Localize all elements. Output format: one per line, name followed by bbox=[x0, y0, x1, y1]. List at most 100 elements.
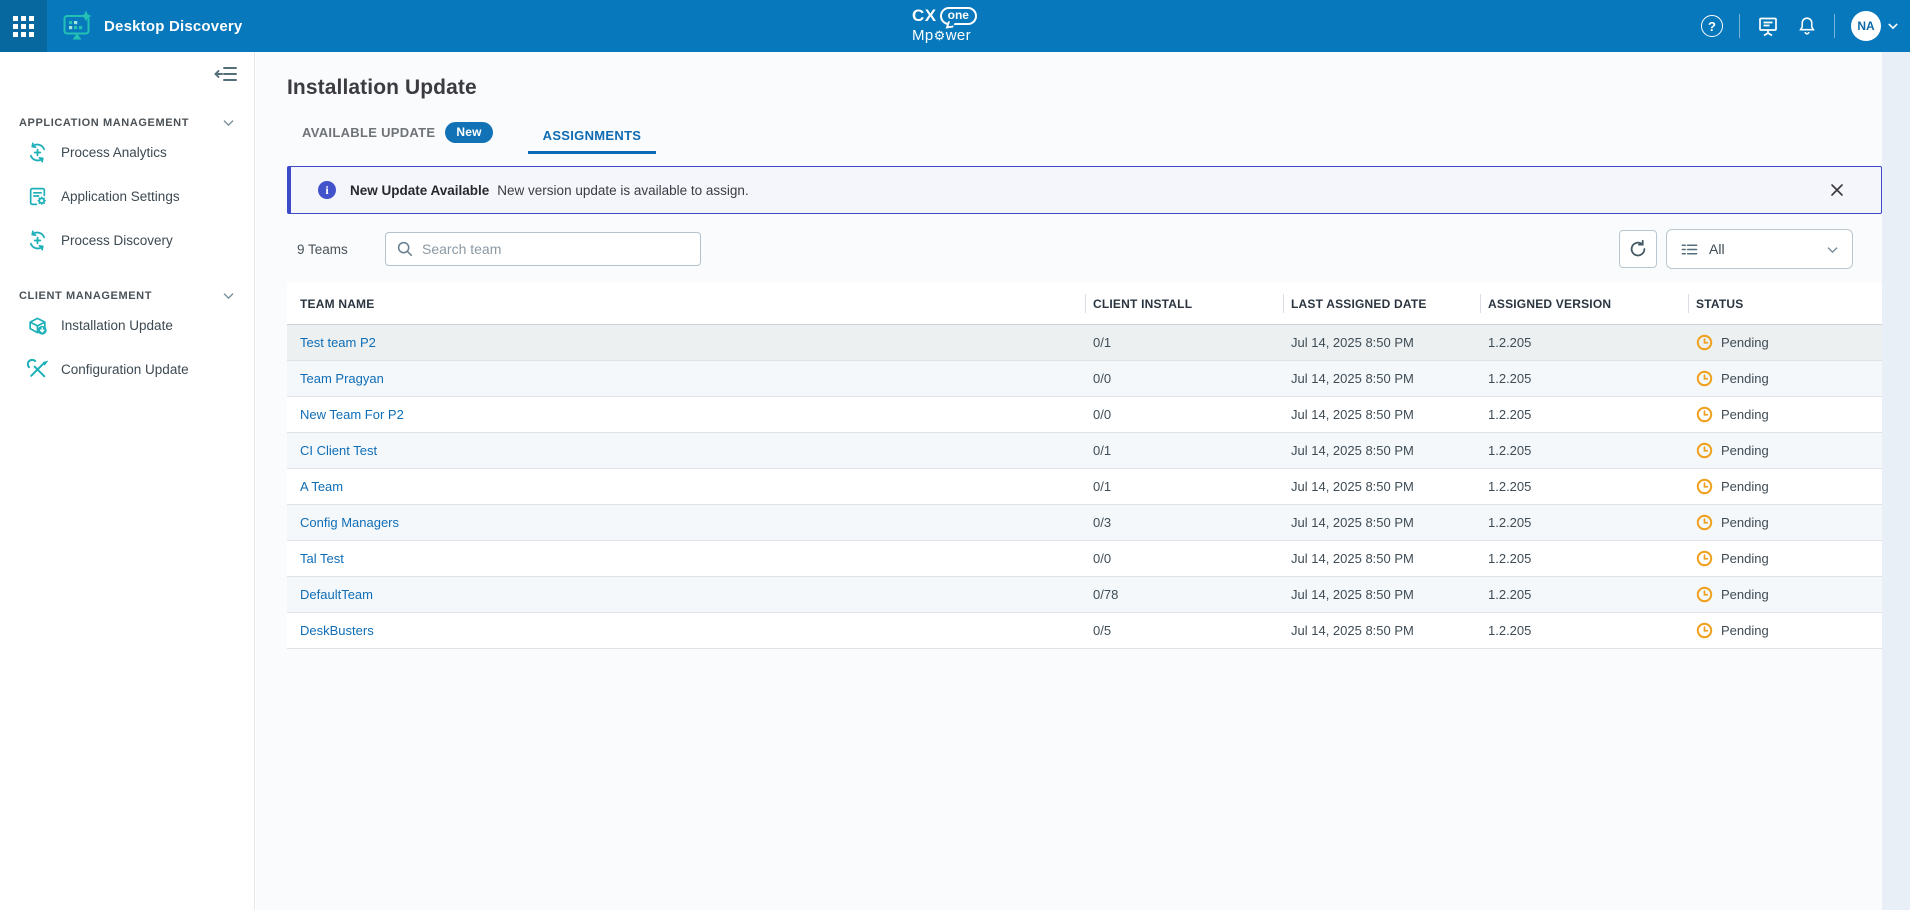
team-name-cell: Team Pragyan bbox=[287, 371, 1085, 386]
client-install-cell: 0/1 bbox=[1085, 443, 1283, 458]
sidebar-item-configuration-update[interactable]: Configuration Update bbox=[0, 347, 254, 391]
team-name-link[interactable]: DeskBusters bbox=[300, 623, 374, 638]
presentation-board-icon bbox=[1756, 14, 1780, 38]
client-install-cell: 0/5 bbox=[1085, 623, 1283, 638]
sidebar-item-label: Process Discovery bbox=[61, 233, 173, 248]
installation-update-icon bbox=[27, 315, 48, 336]
main-area: Installation Update AVAILABLE UPDATE New… bbox=[256, 52, 1910, 910]
tab-available-update[interactable]: AVAILABLE UPDATE New bbox=[287, 122, 508, 154]
team-name-link[interactable]: Team Pragyan bbox=[300, 371, 384, 386]
assigned-version-cell: 1.2.205 bbox=[1480, 407, 1688, 422]
team-name-link[interactable]: New Team For P2 bbox=[300, 407, 404, 422]
logo-one-bubble: one bbox=[940, 7, 977, 25]
collapse-sidebar-button[interactable] bbox=[214, 64, 238, 89]
section-client-management[interactable]: CLIENT MANAGEMENT bbox=[0, 288, 254, 303]
team-name-link[interactable]: DefaultTeam bbox=[300, 587, 373, 602]
team-name-cell: A Team bbox=[287, 479, 1085, 494]
team-name-link[interactable]: CI Client Test bbox=[300, 443, 377, 458]
status-cell: Pending bbox=[1688, 586, 1882, 603]
bell-icon bbox=[1796, 15, 1818, 37]
process-discovery-icon bbox=[27, 230, 48, 251]
refresh-button[interactable] bbox=[1619, 230, 1657, 268]
sidebar-item-installation-update[interactable]: Installation Update bbox=[0, 303, 254, 347]
user-menu-button[interactable]: NA bbox=[1851, 11, 1900, 41]
client-install-cell: 0/0 bbox=[1085, 407, 1283, 422]
help-icon: ? bbox=[1701, 15, 1723, 37]
assigned-version-cell: 1.2.205 bbox=[1480, 551, 1688, 566]
update-banner: i New Update Available New version updat… bbox=[287, 166, 1882, 214]
table-body: Test team P2 0/1 Jul 14, 2025 8:50 PM 1.… bbox=[287, 325, 1882, 649]
table-row: DeskBusters 0/5 Jul 14, 2025 8:50 PM 1.2… bbox=[287, 613, 1882, 649]
status-cell: Pending bbox=[1688, 622, 1882, 639]
pending-clock-icon bbox=[1696, 334, 1713, 351]
banner-message: New version update is available to assig… bbox=[497, 183, 748, 198]
desktop-discovery-logo-icon bbox=[61, 10, 93, 42]
search-input[interactable] bbox=[385, 232, 701, 266]
app-launcher-button[interactable] bbox=[0, 0, 47, 52]
logo-mpower-text: Mp⚙wer bbox=[912, 28, 977, 45]
top-bar: Desktop Discovery CX one Mp⚙wer ? bbox=[0, 0, 1910, 52]
status-filter-select[interactable]: All bbox=[1666, 229, 1853, 269]
pending-clock-icon bbox=[1696, 514, 1713, 531]
notifications-button[interactable] bbox=[1796, 15, 1818, 37]
help-button[interactable]: ? bbox=[1701, 15, 1723, 37]
teams-count: 9 Teams bbox=[297, 242, 385, 257]
presentation-board-button[interactable] bbox=[1756, 14, 1780, 38]
tab-label: AVAILABLE UPDATE bbox=[302, 125, 435, 140]
client-install-cell: 0/1 bbox=[1085, 479, 1283, 494]
table-row: Tal Test 0/0 Jul 14, 2025 8:50 PM 1.2.20… bbox=[287, 541, 1882, 577]
new-badge: New bbox=[445, 122, 492, 143]
table-row: Team Pragyan 0/0 Jul 14, 2025 8:50 PM 1.… bbox=[287, 361, 1882, 397]
page-title: Installation Update bbox=[287, 76, 1882, 100]
refresh-icon bbox=[1628, 239, 1648, 259]
team-name-cell: Test team P2 bbox=[287, 335, 1085, 350]
status-cell: Pending bbox=[1688, 370, 1882, 387]
filter-value: All bbox=[1709, 241, 1815, 257]
tab-assignments[interactable]: ASSIGNMENTS bbox=[528, 128, 657, 154]
pending-clock-icon bbox=[1696, 478, 1713, 495]
table-row: New Team For P2 0/0 Jul 14, 2025 8:50 PM… bbox=[287, 397, 1882, 433]
last-assigned-date-cell: Jul 14, 2025 8:50 PM bbox=[1283, 443, 1480, 458]
team-name-link[interactable]: Tal Test bbox=[300, 551, 344, 566]
sidebar-item-process-discovery[interactable]: Process Discovery bbox=[0, 218, 254, 262]
status-label: Pending bbox=[1721, 551, 1769, 566]
logo-cx-text: CX bbox=[912, 7, 937, 26]
sidebar-item-application-settings[interactable]: Application Settings bbox=[0, 174, 254, 218]
assigned-version-cell: 1.2.205 bbox=[1480, 371, 1688, 386]
column-header-assigned-version: ASSIGNED VERSION bbox=[1480, 283, 1688, 324]
section-application-management[interactable]: APPLICATION MANAGEMENT bbox=[0, 115, 254, 130]
sidebar-item-label: Process Analytics bbox=[61, 145, 167, 160]
team-name-link[interactable]: Test team P2 bbox=[300, 335, 376, 350]
sidebar-item-label: Installation Update bbox=[61, 318, 173, 333]
application-settings-icon bbox=[27, 186, 48, 207]
assigned-version-cell: 1.2.205 bbox=[1480, 587, 1688, 602]
chevron-down-icon bbox=[221, 288, 236, 303]
last-assigned-date-cell: Jul 14, 2025 8:50 PM bbox=[1283, 371, 1480, 386]
table-row: DefaultTeam 0/78 Jul 14, 2025 8:50 PM 1.… bbox=[287, 577, 1882, 613]
team-name-link[interactable]: Config Managers bbox=[300, 515, 399, 530]
scrollbar-gutter[interactable] bbox=[1882, 52, 1910, 910]
section-label: APPLICATION MANAGEMENT bbox=[19, 117, 189, 129]
table-row: A Team 0/1 Jul 14, 2025 8:50 PM 1.2.205 … bbox=[287, 469, 1882, 505]
list-filter-icon bbox=[1680, 240, 1699, 259]
sidebar-item-process-analytics[interactable]: Process Analytics bbox=[0, 130, 254, 174]
collapse-sidebar-icon bbox=[214, 64, 238, 84]
logo-gear-glyph: ⚙ bbox=[934, 28, 946, 43]
banner-close-button[interactable] bbox=[1829, 182, 1845, 198]
banner-title: New Update Available bbox=[350, 183, 489, 198]
team-name-link[interactable]: A Team bbox=[300, 479, 343, 494]
pending-clock-icon bbox=[1696, 622, 1713, 639]
last-assigned-date-cell: Jul 14, 2025 8:50 PM bbox=[1283, 479, 1480, 494]
sidebar-item-label: Configuration Update bbox=[61, 362, 189, 377]
assigned-version-cell: 1.2.205 bbox=[1480, 515, 1688, 530]
assigned-version-cell: 1.2.205 bbox=[1480, 623, 1688, 638]
status-label: Pending bbox=[1721, 623, 1769, 638]
last-assigned-date-cell: Jul 14, 2025 8:50 PM bbox=[1283, 407, 1480, 422]
assignments-table: TEAM NAME CLIENT INSTALL LAST ASSIGNED D… bbox=[287, 283, 1882, 649]
team-name-cell: DeskBusters bbox=[287, 623, 1085, 638]
status-cell: Pending bbox=[1688, 406, 1882, 423]
table-row: CI Client Test 0/1 Jul 14, 2025 8:50 PM … bbox=[287, 433, 1882, 469]
last-assigned-date-cell: Jul 14, 2025 8:50 PM bbox=[1283, 515, 1480, 530]
last-assigned-date-cell: Jul 14, 2025 8:50 PM bbox=[1283, 551, 1480, 566]
status-label: Pending bbox=[1721, 587, 1769, 602]
